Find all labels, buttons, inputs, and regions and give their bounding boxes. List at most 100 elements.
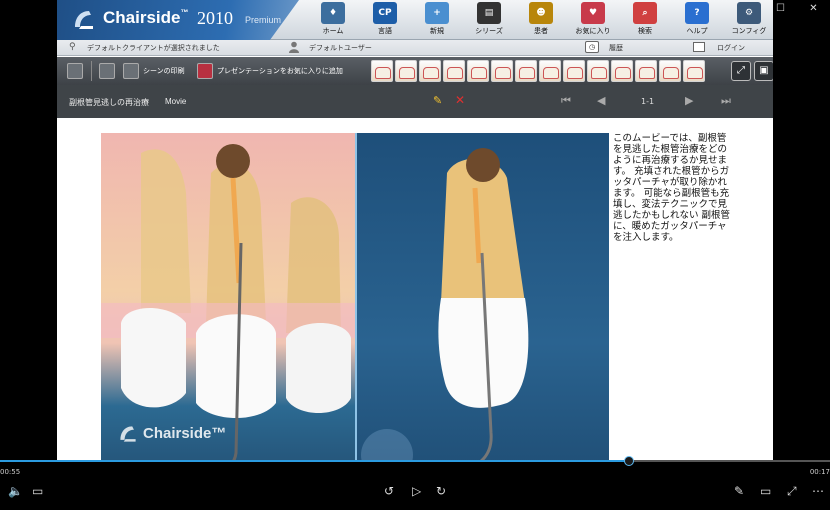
client-status: デフォルトクライアントが選択されました [87,44,220,52]
pin-icon[interactable]: ⚲ [69,42,76,52]
scene-thumbnail[interactable] [467,60,489,82]
login-link[interactable]: ログイン [717,43,745,53]
movie-frame[interactable]: Chairside™ [101,133,609,460]
nav-item-0[interactable]: ♦ ホーム [307,2,359,38]
watermark-logo-icon [120,426,136,442]
edit-pencil-icon[interactable]: ✎ [433,94,442,107]
config-icon: ⚙ [737,2,761,24]
presentation-type: Movie [165,97,187,106]
teeth-cross-section-illustration [101,133,355,460]
volume-icon[interactable]: 🔈 [8,484,23,498]
presentation-content: Chairside™ このムービーでは、副根管を見逃した根管治療をどのように再治… [57,118,773,460]
scene-thumbnail[interactable] [395,60,417,82]
seek-bar-fill [0,460,630,462]
nav-label: 言語 [378,27,392,35]
scene-thumbnail[interactable] [443,60,465,82]
fit-screen-button[interactable] [67,62,87,80]
favorites-icon: ♥ [581,2,605,24]
subtitles-icon[interactable]: ▭ [32,484,43,498]
scene-thumbnail[interactable] [563,60,585,82]
toolbar-divider [91,61,92,81]
fullscreen-toggle-icon[interactable]: ⤢ [787,484,797,499]
brand-edition: Premium [245,15,282,25]
close-icon[interactable]: ✕ [797,0,830,18]
last-page-icon[interactable]: ⏭ [721,94,731,108]
fit-screen-icon [67,63,83,79]
nav-item-4[interactable]: ☻ 患者 [515,2,567,38]
scene-thumbnail[interactable] [515,60,537,82]
nav-item-2[interactable]: + 新規 [411,2,463,38]
media-player-window: … ▣ — ☐ ✕ Chairside™ 2010 Premium ♦ホームCP… [0,0,830,510]
print-scene-label: シーンの印刷 [143,67,185,75]
history-link[interactable]: 履歴 [609,43,623,53]
scene-thumbnail[interactable] [539,60,561,82]
nav-item-6[interactable]: ⌕ 検索 [619,2,671,38]
seek-knob[interactable] [624,456,635,466]
chairside-app: Chairside™ 2010 Premium ♦ ホーム CP 言語 + 新規 ▤ シリーズ… [57,0,773,460]
search-icon: ⌕ [633,2,657,24]
brand-year: 2010 [197,8,233,28]
video-watermark: Chairside™ [143,425,227,442]
info-bar: ⚲ デフォルトクライアントが選択されました デフォルトユーザー ◷ 履歴 ログイ… [57,40,773,56]
nav-item-7[interactable]: ? ヘルプ [671,2,723,38]
language-icon: CP [373,2,397,24]
scene-thumbnail[interactable] [587,60,609,82]
app-header: Chairside™ 2010 Premium ♦ ホーム CP 言語 + 新規 ▤ シリーズ… [57,0,773,40]
forward-30-icon[interactable]: ↻ [436,484,446,498]
favorite-heart-icon [197,63,213,79]
print-scene-button[interactable]: シーンの印刷 [123,62,185,80]
user-icon [289,41,299,53]
rewind-10-icon[interactable]: ↺ [384,484,394,498]
login-icon[interactable] [693,42,705,52]
print-icon [123,63,139,79]
history-icon[interactable]: ◷ [585,41,599,53]
nav-item-8[interactable]: ⚙ コンフィグ [723,2,773,38]
scene-thumbnail[interactable] [659,60,681,82]
total-time: 00:17 [809,468,830,476]
nav-label: シリーズ [475,27,503,35]
series-icon: ▤ [477,2,501,24]
brand-name: Chairside™ [103,8,189,27]
play-icon[interactable]: ▷ [412,484,421,498]
page-number: 1-1 [641,97,655,106]
help-icon: ? [685,2,709,24]
nav-label: 患者 [534,27,548,35]
first-page-icon[interactable]: ⏮ [561,94,571,108]
current-time: 00:55 [0,468,21,476]
add-favorite-button[interactable]: プレゼンテーションをお気に入りに追加 [197,62,343,80]
new-icon: + [425,2,449,24]
nav-label: 新規 [430,27,444,35]
delete-x-icon[interactable]: ✕ [455,93,465,107]
scene-thumbnail[interactable] [491,60,513,82]
mini-view-icon[interactable]: ▭ [760,484,771,498]
teeth-illustration [101,144,355,460]
user-name[interactable]: デフォルトユーザー [309,43,372,53]
prev-page-icon[interactable]: ◀ [597,94,605,107]
nav-label: 検索 [638,27,652,35]
scene-thumbnail[interactable] [611,60,633,82]
fullscreen-icon[interactable]: ⤢ [731,61,751,81]
nav-label: ヘルプ [686,27,708,35]
scene-settings-button[interactable] [99,62,119,80]
more-options-icon[interactable]: ⋯ [812,484,824,498]
tooth-root-canal-illustration [357,133,609,460]
seek-bar[interactable] [0,456,830,466]
brand-banner: Chairside™ 2010 Premium [57,0,299,40]
scene-thumbnail[interactable] [635,60,657,82]
nav-item-3[interactable]: ▤ シリーズ [463,2,515,38]
scene-settings-icon [99,63,115,79]
next-page-icon[interactable]: ▶ [685,94,693,107]
chair-icon: ♦ [321,2,345,24]
edit-video-icon[interactable]: ✎ [734,484,744,498]
scene-thumbnail[interactable] [419,60,441,82]
nav-label: ホーム [322,27,344,35]
camera-icon[interactable]: ▣ [754,61,773,81]
nav-item-1[interactable]: CP 言語 [359,2,411,38]
scene-thumbnails [371,60,707,82]
presentation-title-bar: 副根管見逃しの再治療 Movie ✎ ✕ ⏮ ◀ 1-1 ▶ ⏭ [57,85,773,118]
nav-item-5[interactable]: ♥ お気に入り [567,2,619,38]
scene-thumbnail[interactable] [371,60,393,82]
patient-icon: ☻ [529,2,553,24]
chairside-logo-icon [75,11,93,29]
scene-thumbnail[interactable] [683,60,705,82]
